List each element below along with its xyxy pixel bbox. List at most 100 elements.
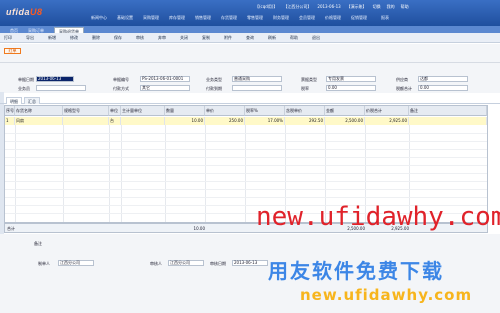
grid-line (5, 149, 487, 150)
nav-item[interactable]: 财务管理 (268, 15, 294, 21)
col-header-price[interactable]: 单价 (205, 106, 245, 116)
export-button[interactable]: 导出 (26, 35, 48, 41)
col-header-qty[interactable]: 数量 (165, 106, 205, 116)
header-info-app: 【(cqd用)】 (255, 4, 278, 9)
cell-price[interactable]: 250.00 (205, 117, 245, 125)
grid-line (5, 189, 487, 190)
help-button[interactable]: 帮助 (290, 35, 312, 41)
audit-date-field: 2013-06-13 (232, 260, 268, 266)
paydate-label: 付款到期 (206, 86, 222, 91)
staff-label: 业务员 (18, 86, 30, 91)
nav-item[interactable]: 促销管理 (346, 15, 372, 21)
invtype-label: 票据类型 (301, 77, 317, 82)
paymode-select[interactable]: 其它 (140, 85, 190, 91)
nav-item[interactable]: 基础设置 (112, 15, 138, 21)
save-button[interactable]: 保存 (114, 35, 136, 41)
cell-rate[interactable]: 17.00% (245, 117, 285, 125)
exit-button[interactable]: 退出 (312, 35, 334, 41)
nav-item[interactable]: 新闻中心 (86, 15, 112, 21)
cell-main-unit[interactable] (121, 117, 165, 125)
col-header-index[interactable]: 序号 (5, 106, 15, 116)
col-header-unit[interactable]: 单位 (109, 106, 121, 116)
mine-link[interactable]: 我的 (387, 4, 395, 10)
cell-taxprice[interactable]: 292.50 (285, 117, 325, 125)
grid-line (5, 165, 487, 166)
help-link[interactable]: 帮助 (401, 4, 409, 10)
audit-date-label: 审核日期 (210, 261, 226, 266)
edit-button[interactable]: 修改 (70, 35, 92, 41)
staff-field[interactable] (36, 85, 86, 91)
attach-button[interactable]: 附件 (224, 35, 246, 41)
nav-item[interactable]: 采购管理 (138, 15, 164, 21)
biztype-select[interactable]: 普通采购 (232, 76, 282, 82)
top-header: ufidaU8 【(cqd用)】 【江西分公司】 2013-06-13 【演示账… (0, 0, 500, 26)
paydate-field[interactable] (232, 85, 282, 91)
grid-line (5, 133, 487, 134)
watermark-slogan: 用友软件免费下载 (268, 259, 444, 283)
supplier-label: 供应商 (396, 77, 408, 82)
nav-item[interactable]: 销售管理 (190, 15, 216, 21)
date-field[interactable]: 2013-06-13 (36, 76, 74, 82)
doc-no-label: 单据编号 (113, 77, 129, 82)
rate-field[interactable]: 0.00 (326, 85, 376, 91)
maker-field: 江西分公司 (58, 260, 94, 266)
grid-line (5, 141, 487, 142)
tab-summary[interactable]: 汇总 (24, 97, 40, 104)
totals-label: 合计 (7, 226, 15, 231)
grid-line (5, 173, 487, 174)
audit-button[interactable]: 审核 (136, 35, 158, 41)
cell-qty[interactable]: 10.00 (165, 117, 205, 125)
cell-remark[interactable] (409, 117, 487, 125)
switch-link[interactable]: 切换 (373, 4, 381, 10)
nav-item[interactable]: 报表 (372, 15, 398, 21)
col-header-name[interactable]: 存货名称 (15, 106, 63, 116)
nav-item[interactable]: 会员管理 (294, 15, 320, 21)
query-button[interactable]: 查询 (246, 35, 268, 41)
header-info: 【(cqd用)】 【江西分公司】 2013-06-13 【演示账】 切换 我的 … (255, 4, 409, 10)
watermark-url: new.ufidawhy.com (256, 202, 500, 232)
col-header-spec[interactable]: 规格型号 (63, 106, 109, 116)
header-info-date: 2013-06-13 (317, 4, 341, 9)
cell-index[interactable]: 1 (5, 117, 15, 125)
grid-tab-strip (0, 96, 500, 104)
totals-qty: 10.00 (193, 226, 205, 231)
remark-label: 备注 (34, 241, 42, 246)
grid-line (5, 157, 487, 158)
tab-detail[interactable]: 明细 (6, 97, 22, 104)
close-button[interactable]: 关闭 (180, 35, 202, 41)
toolbar: 打印 导出 新增 修改 删除 保存 审核 弃审 关闭 复制 附件 查询 刷新 帮… (0, 33, 500, 43)
nav-item[interactable]: 存货管理 (216, 15, 242, 21)
date-label: 单据日期 (18, 77, 34, 82)
refresh-button[interactable]: 刷新 (268, 35, 290, 41)
nav-item[interactable]: 零售管理 (242, 15, 268, 21)
supplier-field[interactable]: 达都 (418, 76, 468, 82)
maker-label: 制单人 (38, 261, 50, 266)
auditor-label: 审核人 (150, 261, 162, 266)
col-header-sum[interactable]: 价税合计 (365, 106, 409, 116)
nav-item[interactable]: 库存管理 (164, 15, 190, 21)
cell-spec[interactable] (63, 117, 109, 125)
col-header-rate[interactable]: 税率% (245, 106, 285, 116)
watermark-url-small: new.ufidawhy.com (300, 286, 473, 304)
print-button[interactable]: 打印 (4, 35, 26, 41)
cell-unit[interactable]: 台 (109, 117, 121, 125)
header-info-account: 【演示账】 (346, 4, 367, 9)
header-info-company: 【江西分公司】 (283, 4, 312, 9)
copy-button[interactable]: 复制 (202, 35, 224, 41)
delete-button[interactable]: 删除 (92, 35, 114, 41)
nav-item[interactable]: 价格管理 (320, 15, 346, 21)
doc-no-field[interactable]: PS-2013-06-01-0001 (140, 76, 190, 82)
new-button[interactable]: 新增 (48, 35, 70, 41)
col-header-taxprice[interactable]: 含税单价 (285, 106, 325, 116)
unaudit-button[interactable]: 弃审 (158, 35, 180, 41)
invtype-select[interactable]: 专用发票 (326, 76, 376, 82)
biztype-label: 业务类型 (206, 77, 222, 82)
grid-line (5, 197, 487, 198)
cell-name[interactable]: 风扇 (15, 117, 63, 125)
col-header-amount[interactable]: 金额 (325, 106, 365, 116)
cell-sum[interactable]: 2,925.00 (365, 117, 409, 125)
cell-amount[interactable]: 2,500.00 (325, 117, 365, 125)
col-header-main-unit[interactable]: 主计量单位 (121, 106, 165, 116)
col-header-remark[interactable]: 备注 (409, 106, 487, 116)
tax-total-field[interactable]: 0.00 (418, 85, 468, 91)
